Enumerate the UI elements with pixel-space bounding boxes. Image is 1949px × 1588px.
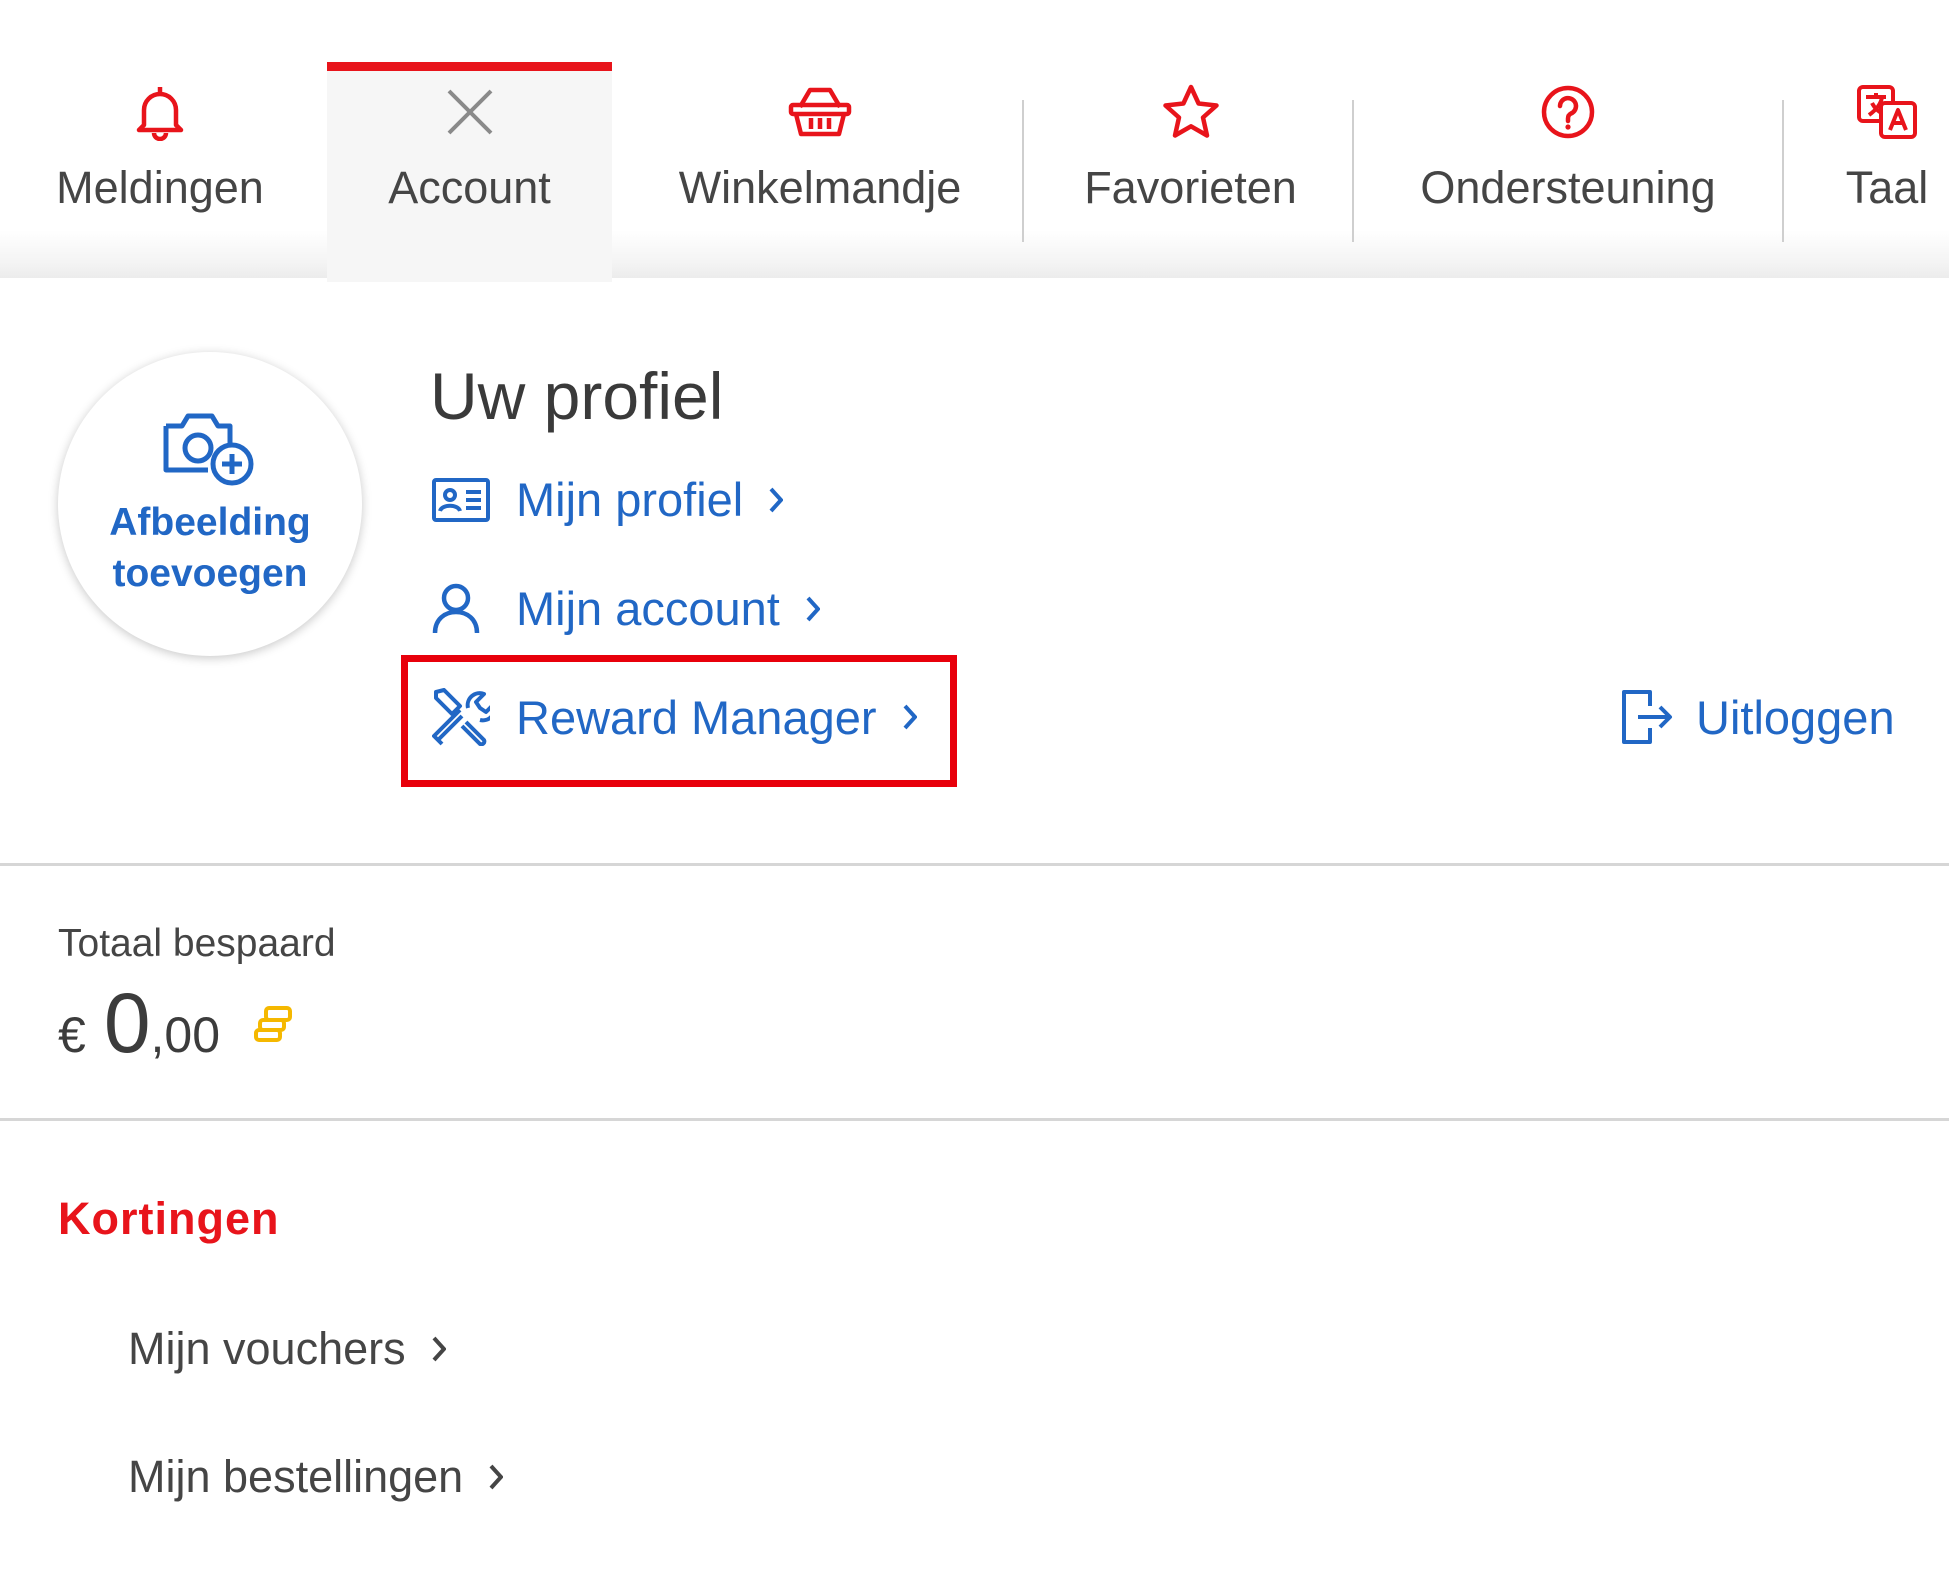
link-label: Mijn account bbox=[516, 582, 780, 635]
tab-account[interactable]: Account bbox=[327, 62, 612, 282]
page-title: Uw profiel bbox=[430, 359, 724, 433]
link-mijn-profiel[interactable]: Mijn profiel bbox=[432, 472, 784, 527]
nav-divider bbox=[1022, 100, 1024, 242]
bell-icon bbox=[136, 62, 184, 162]
total-saved-label: Totaal bespaard bbox=[58, 922, 336, 965]
nav-divider bbox=[1782, 100, 1784, 242]
tab-winkelmandje[interactable]: Winkelmandje bbox=[655, 62, 985, 278]
nav-divider bbox=[1352, 100, 1354, 242]
currency-symbol: € bbox=[58, 1007, 86, 1063]
link-mijn-account[interactable]: Mijn account bbox=[432, 581, 820, 636]
tab-favorieten[interactable]: Favorieten bbox=[1058, 62, 1323, 278]
highlight-box bbox=[401, 655, 957, 787]
total-saved-amount: € 0 ,00 bbox=[58, 975, 294, 1072]
link-label: Mijn profiel bbox=[516, 473, 744, 526]
tab-label: Account bbox=[388, 162, 551, 213]
tab-meldingen[interactable]: Meldingen bbox=[20, 62, 300, 278]
section-divider bbox=[0, 1118, 1949, 1121]
tab-ondersteuning[interactable]: Ondersteuning bbox=[1398, 62, 1738, 278]
top-navigation: Meldingen Account Winkelmandje Favoriete… bbox=[0, 0, 1949, 282]
tab-taal[interactable]: Taal bbox=[1822, 62, 1949, 278]
id-card-icon bbox=[432, 477, 494, 522]
tab-label: Ondersteuning bbox=[1420, 162, 1716, 213]
tab-label: Meldingen bbox=[56, 162, 264, 213]
camera-add-icon bbox=[162, 404, 258, 493]
add-image-button[interactable]: Afbeelding toevoegen bbox=[58, 352, 362, 656]
logout-icon bbox=[1620, 688, 1674, 746]
help-icon bbox=[1540, 62, 1596, 162]
tab-label: Taal bbox=[1845, 162, 1929, 213]
coins-icon bbox=[250, 1004, 294, 1044]
amount-integer: 0 bbox=[103, 976, 151, 1070]
star-icon bbox=[1161, 62, 1221, 162]
link-label: Mijn vouchers bbox=[128, 1323, 406, 1374]
discounts-heading: Kortingen bbox=[58, 1193, 280, 1244]
basket-icon bbox=[788, 62, 852, 162]
add-image-label-line1: Afbeelding bbox=[109, 500, 311, 544]
tab-label: Winkelmandje bbox=[678, 162, 962, 213]
logout-button[interactable]: Uitloggen bbox=[1620, 688, 1895, 746]
chevron-right-icon bbox=[432, 1336, 446, 1362]
link-mijn-vouchers[interactable]: Mijn vouchers bbox=[128, 1323, 446, 1375]
amount-decimal: ,00 bbox=[150, 1007, 221, 1063]
section-divider bbox=[0, 863, 1949, 866]
link-mijn-bestellingen[interactable]: Mijn bestellingen bbox=[128, 1451, 504, 1503]
translate-icon bbox=[1856, 62, 1918, 162]
chevron-right-icon bbox=[769, 487, 784, 513]
logout-label: Uitloggen bbox=[1696, 690, 1895, 744]
add-image-label-line2: toevoegen bbox=[112, 551, 308, 595]
chevron-right-icon bbox=[806, 596, 820, 622]
link-label: Mijn bestellingen bbox=[128, 1451, 464, 1502]
tab-label: Favorieten bbox=[1084, 162, 1297, 213]
close-icon bbox=[445, 62, 495, 162]
chevron-right-icon bbox=[489, 1464, 504, 1490]
add-image-label: Afbeelding toevoegen bbox=[109, 497, 311, 599]
user-icon bbox=[432, 583, 494, 635]
